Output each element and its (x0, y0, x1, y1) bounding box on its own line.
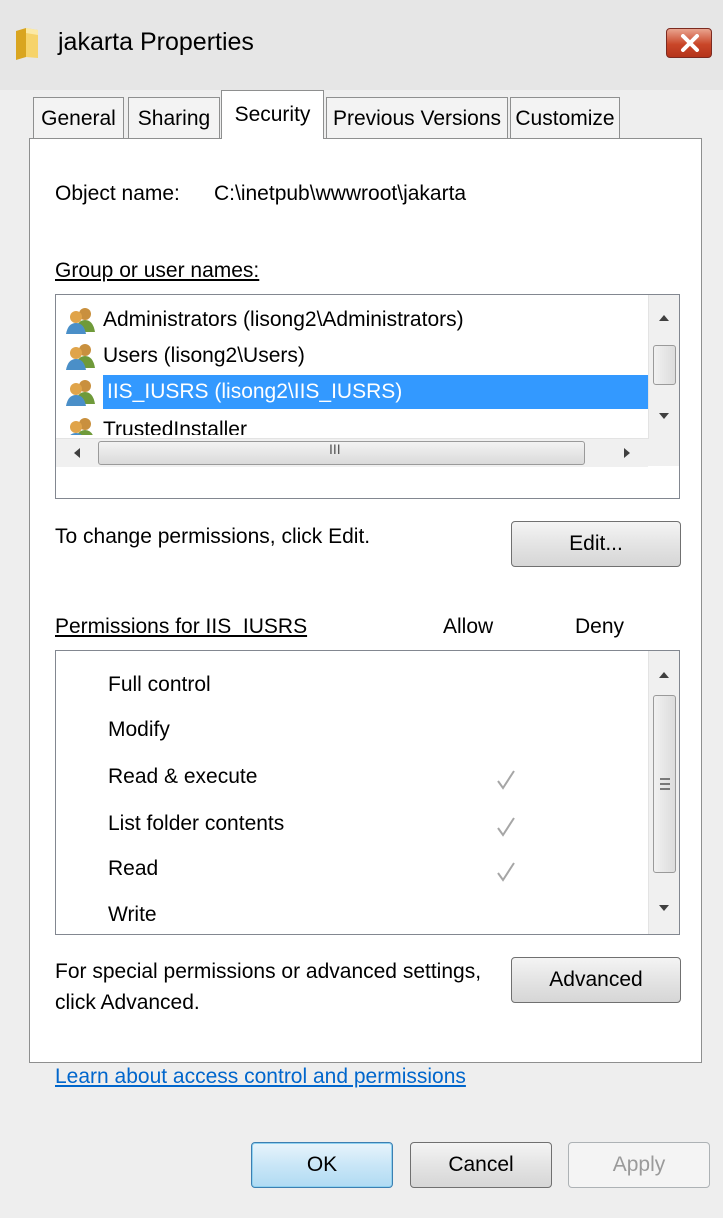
title-bar[interactable]: jakarta Properties (0, 0, 723, 90)
ok-button[interactable]: OK (251, 1142, 393, 1188)
horizontal-scroll-thumb[interactable]: III (98, 441, 585, 465)
tab-sharing[interactable]: Sharing (128, 97, 220, 138)
users-icon (70, 418, 93, 435)
permissions-vertical-scrollbar[interactable] (648, 651, 679, 934)
scroll-up-arrow-icon[interactable] (659, 672, 669, 678)
permissions-list[interactable]: Full control Modify Read & execute List … (55, 650, 680, 935)
scroll-left-arrow-icon[interactable] (74, 448, 80, 458)
permission-list-folder-contents: List folder contents (108, 812, 285, 835)
tab-security[interactable]: Security (221, 90, 324, 139)
scroll-down-arrow-icon[interactable] (659, 905, 669, 911)
group-list-vertical-scrollbar[interactable] (648, 295, 679, 439)
group-list-horizontal-scrollbar[interactable]: III (56, 438, 648, 467)
scrollbar-corner (648, 439, 679, 466)
object-name-value: C:\inetpub\wwwroot\jakarta (214, 182, 467, 205)
close-button[interactable] (666, 28, 712, 58)
apply-button: Apply (568, 1142, 710, 1188)
cancel-button[interactable]: Cancel (410, 1142, 552, 1188)
users-icon (66, 344, 95, 370)
object-name-label: Object name: (55, 182, 180, 205)
list-item[interactable]: Users (lisong2\Users) (65, 339, 645, 373)
close-icon (681, 34, 699, 52)
permission-modify: Modify (108, 718, 170, 741)
access-control-help-link[interactable]: Learn about access control and permissio… (55, 1065, 466, 1089)
permission-read: Read (108, 857, 159, 880)
change-permissions-text: To change permissions, click Edit. (55, 525, 371, 548)
scroll-thumb[interactable] (653, 345, 676, 385)
deny-column-header: Deny (575, 615, 625, 638)
tab-general[interactable]: General (33, 97, 124, 138)
allow-column-header: Allow (443, 615, 494, 638)
grip-icon (660, 778, 670, 790)
selected-row-highlight: IIS_IUSRS (lisong2\IIS_IUSRS) (103, 375, 649, 409)
permissions-header: Permissions for IIS_IUSRS (55, 615, 308, 638)
permission-write: Write (108, 903, 157, 926)
group-user-list[interactable]: Administrators (lisong2\Administrators) … (55, 294, 680, 499)
allow-check-icon (497, 862, 515, 882)
list-item[interactable]: Administrators (lisong2\Administrators) (65, 303, 645, 337)
allow-check-icon (497, 770, 515, 790)
scroll-thumb[interactable] (653, 695, 676, 873)
group-user-names-label: Group or user names: (55, 259, 260, 282)
window-title: jakarta Properties (58, 28, 254, 56)
list-item[interactable]: TrustedInstaller (65, 413, 645, 435)
users-icon (66, 380, 95, 406)
permission-read-execute: Read & execute (108, 765, 258, 788)
scroll-up-arrow-icon[interactable] (659, 315, 669, 321)
folder-icon (16, 28, 38, 60)
users-icon (66, 308, 95, 334)
advanced-button[interactable]: Advanced (511, 957, 681, 1003)
permission-full-control: Full control (108, 673, 211, 696)
allow-check-icon (497, 817, 515, 837)
advanced-text-line1: For special permissions or advanced sett… (55, 960, 482, 983)
security-tab-panel: Object name: C:\inetpub\wwwroot\jakarta … (29, 138, 702, 1088)
advanced-text-line2: click Advanced. (55, 991, 200, 1014)
scroll-down-arrow-icon[interactable] (659, 413, 669, 419)
properties-window: jakarta Properties General Sharing Secur… (0, 0, 723, 1218)
tab-previous-versions[interactable]: Previous Versions (326, 97, 508, 138)
list-item[interactable]: IIS_IUSRS (lisong2\IIS_IUSRS) (65, 375, 649, 409)
tab-customize[interactable]: Customize (510, 97, 620, 138)
edit-button[interactable]: Edit... (511, 521, 681, 567)
scroll-right-arrow-icon[interactable] (624, 448, 630, 458)
